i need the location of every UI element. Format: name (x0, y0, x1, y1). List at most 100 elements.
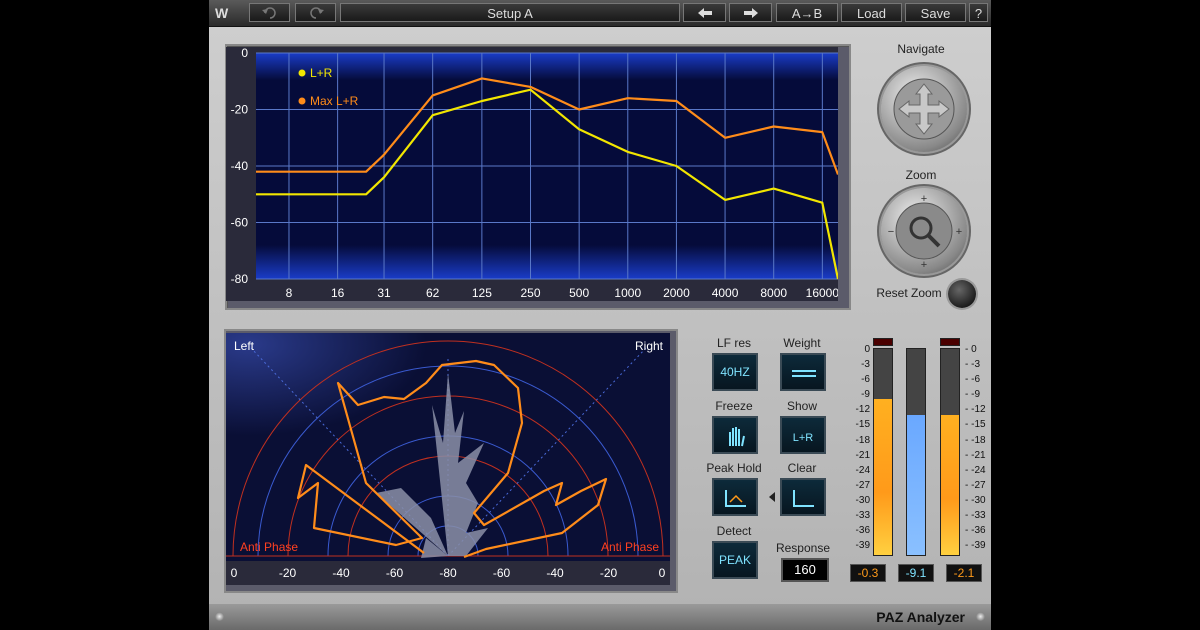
response-value[interactable]: 160 (781, 558, 829, 582)
next-preset-button[interactable] (729, 3, 772, 22)
toolbar: W Setup A A→B Load Save ? (209, 0, 991, 27)
meter-scale-tick: - -39 (965, 540, 986, 552)
freeze-button[interactable] (712, 416, 758, 454)
spectrum-y-tick: 0 (241, 47, 248, 60)
spectrum-x-tick: 2000 (663, 286, 690, 300)
magnifier-icon: + + − + (888, 193, 962, 271)
meter-scale-tick: - -3 (965, 359, 980, 371)
save-button[interactable]: Save (905, 3, 966, 22)
ab-button[interactable]: A→B (776, 3, 838, 22)
svg-text:+: + (921, 193, 927, 205)
stereo-right-label: Right (635, 339, 664, 353)
stereo-scale-tick: -20 (279, 566, 297, 580)
stereo-scale-tick: -80 (439, 566, 457, 580)
spectrum-x-tick: 4000 (712, 286, 739, 300)
waves-logo: W (215, 5, 228, 21)
meter-scale-tick: -15 (855, 419, 870, 431)
spectrum-x-tick: 62 (426, 286, 440, 300)
meter-scale-tick: -27 (855, 479, 870, 491)
clear-icon (793, 490, 814, 507)
meter-left-fill (874, 399, 892, 555)
spectrum-x-tick: 250 (520, 286, 540, 300)
redo-icon (309, 7, 324, 19)
meter-scale-tick: - -9 (965, 389, 980, 401)
legend-label: Max L+R (310, 94, 359, 108)
footer-bar: PAZ Analyzer (209, 604, 991, 630)
undo-icon (261, 7, 276, 19)
meter-scale-tick: -12 (855, 404, 870, 416)
four-way-arrow-icon (893, 78, 955, 140)
meter-left (873, 348, 893, 556)
meter-scale-tick: -30 (855, 494, 870, 506)
spectrum-y-tick: -20 (231, 103, 249, 117)
spectrum-x-tick: 125 (472, 286, 492, 300)
weight-button[interactable] (780, 353, 826, 391)
meter-scale-tick: - -18 (965, 434, 986, 446)
clear-label: Clear (787, 461, 817, 475)
navigate-knob[interactable] (881, 66, 967, 152)
meter-mid (906, 348, 926, 556)
meter-scale-tick: - -15 (965, 419, 986, 431)
meter-scale-tick: -39 (855, 540, 870, 552)
meter-scale-tick: -36 (855, 525, 870, 537)
show-label: Show (786, 399, 818, 413)
stereo-image-display: Left RightAnti Phase Anti Phase0 -20 -40 -60-… (226, 333, 670, 585)
stereo-scale-tick: 0 (659, 566, 666, 580)
prev-preset-button[interactable] (683, 3, 726, 22)
clear-button[interactable] (780, 478, 826, 516)
meter-scale-tick: -33 (855, 510, 870, 522)
meter-scale-tick: - -12 (965, 404, 986, 416)
svg-text:+: + (921, 259, 927, 271)
zoom-knob[interactable]: + + − + (881, 188, 967, 274)
stereo-left-label: Left (234, 339, 255, 353)
spectrum-y-tick: -80 (231, 272, 249, 286)
meter-scale-tick: - 0 (965, 344, 977, 355)
lf-res-button[interactable]: 40HZ (712, 353, 758, 391)
meter-scale-tick: -24 (855, 464, 870, 476)
preset-name-display[interactable]: Setup A (340, 3, 680, 22)
help-button[interactable]: ? (969, 3, 988, 22)
stereo-scale-tick: -20 (600, 566, 618, 580)
undo-button[interactable] (249, 3, 290, 22)
spectrum-display: 0 -20 -40 -60 -80 8 16 31 62 125 250 500 1000 2000 40… (226, 47, 838, 301)
zoom-title: Zoom (905, 168, 937, 182)
hand-icon (729, 427, 745, 447)
meter-right-value: -2.1 (946, 564, 982, 582)
meter-scale-left: 0 -3 -6 -9 -12 -15 -18 -21 -24 -27 -30 -33 -36 -39 (848, 344, 870, 555)
legend-label: L+R (310, 66, 333, 80)
meter-scale-tick: -21 (855, 449, 870, 461)
redo-button[interactable] (295, 3, 336, 22)
meter-scale-tick: - -6 (965, 374, 980, 386)
antiphase-right-label: Anti Phase (601, 540, 659, 554)
spectrum-x-tick: 1000 (614, 286, 641, 300)
stereo-scale-tick: -60 (386, 566, 404, 580)
peak-hold-button[interactable] (712, 478, 758, 516)
meter-scale-tick: - -24 (965, 464, 986, 476)
show-button[interactable]: L+R (780, 416, 826, 454)
svg-text:−: − (888, 226, 894, 238)
meter-scale-tick: -3 (861, 359, 870, 371)
load-button[interactable]: Load (841, 3, 902, 22)
peak-indicator-left (873, 338, 893, 346)
meter-scale-tick: - -33 (965, 510, 986, 522)
product-name: PAZ Analyzer (876, 609, 965, 625)
spectrum-x-tick: 31 (377, 286, 391, 300)
screw-icon (215, 612, 224, 621)
reset-zoom-button[interactable] (948, 280, 976, 308)
spectrum-x-tick: 500 (569, 286, 589, 300)
detect-button[interactable]: PEAK (712, 541, 758, 579)
meter-mid-fill (907, 415, 925, 555)
spectrum-x-tick: 16000 (806, 286, 838, 300)
peak-hold-label: Peak Hold (706, 461, 762, 475)
lf-res-label: LF res (716, 336, 751, 350)
antiphase-left-label: Anti Phase (240, 540, 298, 554)
triangle-left-icon (769, 492, 775, 502)
stereo-scale-tick: -60 (493, 566, 511, 580)
spectrum-y-tick: -60 (231, 216, 249, 230)
peak-indicator-right (940, 338, 960, 346)
meter-right (940, 348, 960, 556)
spectrum-x-tick: 16 (331, 286, 345, 300)
stereo-scale-tick: -40 (332, 566, 350, 580)
svg-text:+: + (956, 226, 962, 238)
meter-right-fill (941, 415, 959, 555)
